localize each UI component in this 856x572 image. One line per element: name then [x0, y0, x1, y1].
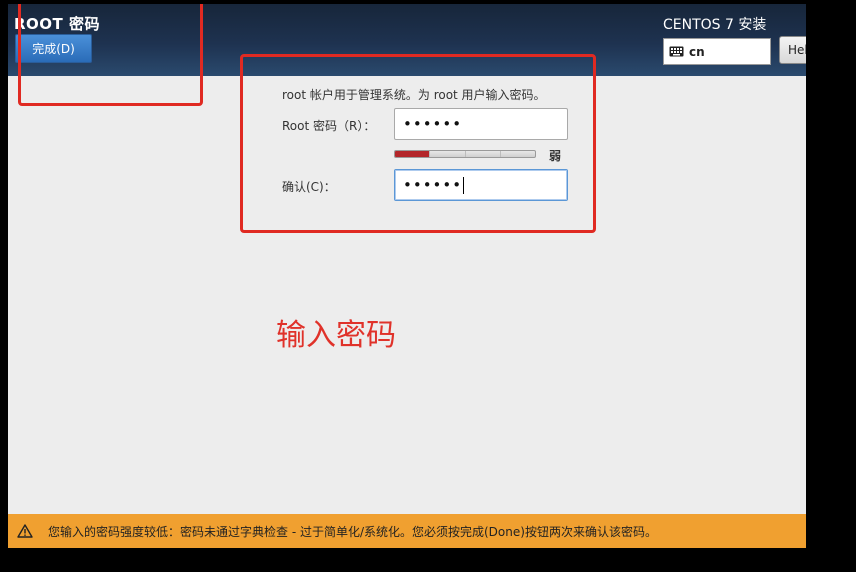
installer-window: ROOT 密码 完成(D) CENTOS 7 安装 cn Help! root … — [8, 4, 806, 548]
annotation-box-done — [18, 4, 203, 106]
product-title: CENTOS 7 安装 — [663, 17, 767, 33]
warning-text: 您输入的密码强度较低：密码未通过字典检查 - 过于简单化/系统化。您必须按完成(… — [48, 524, 657, 539]
keyboard-layout-indicator[interactable]: cn — [663, 38, 771, 65]
annotation-text: 输入密码 — [276, 318, 396, 353]
keyboard-layout-label: cn — [689, 44, 705, 59]
annotation-box-form — [240, 54, 596, 233]
keyboard-icon — [669, 46, 684, 57]
warning-icon — [17, 524, 33, 538]
warning-bar: 您输入的密码强度较低：密码未通过字典检查 - 过于简单化/系统化。您必须按完成(… — [8, 514, 806, 548]
help-button[interactable]: Help! — [779, 36, 806, 64]
